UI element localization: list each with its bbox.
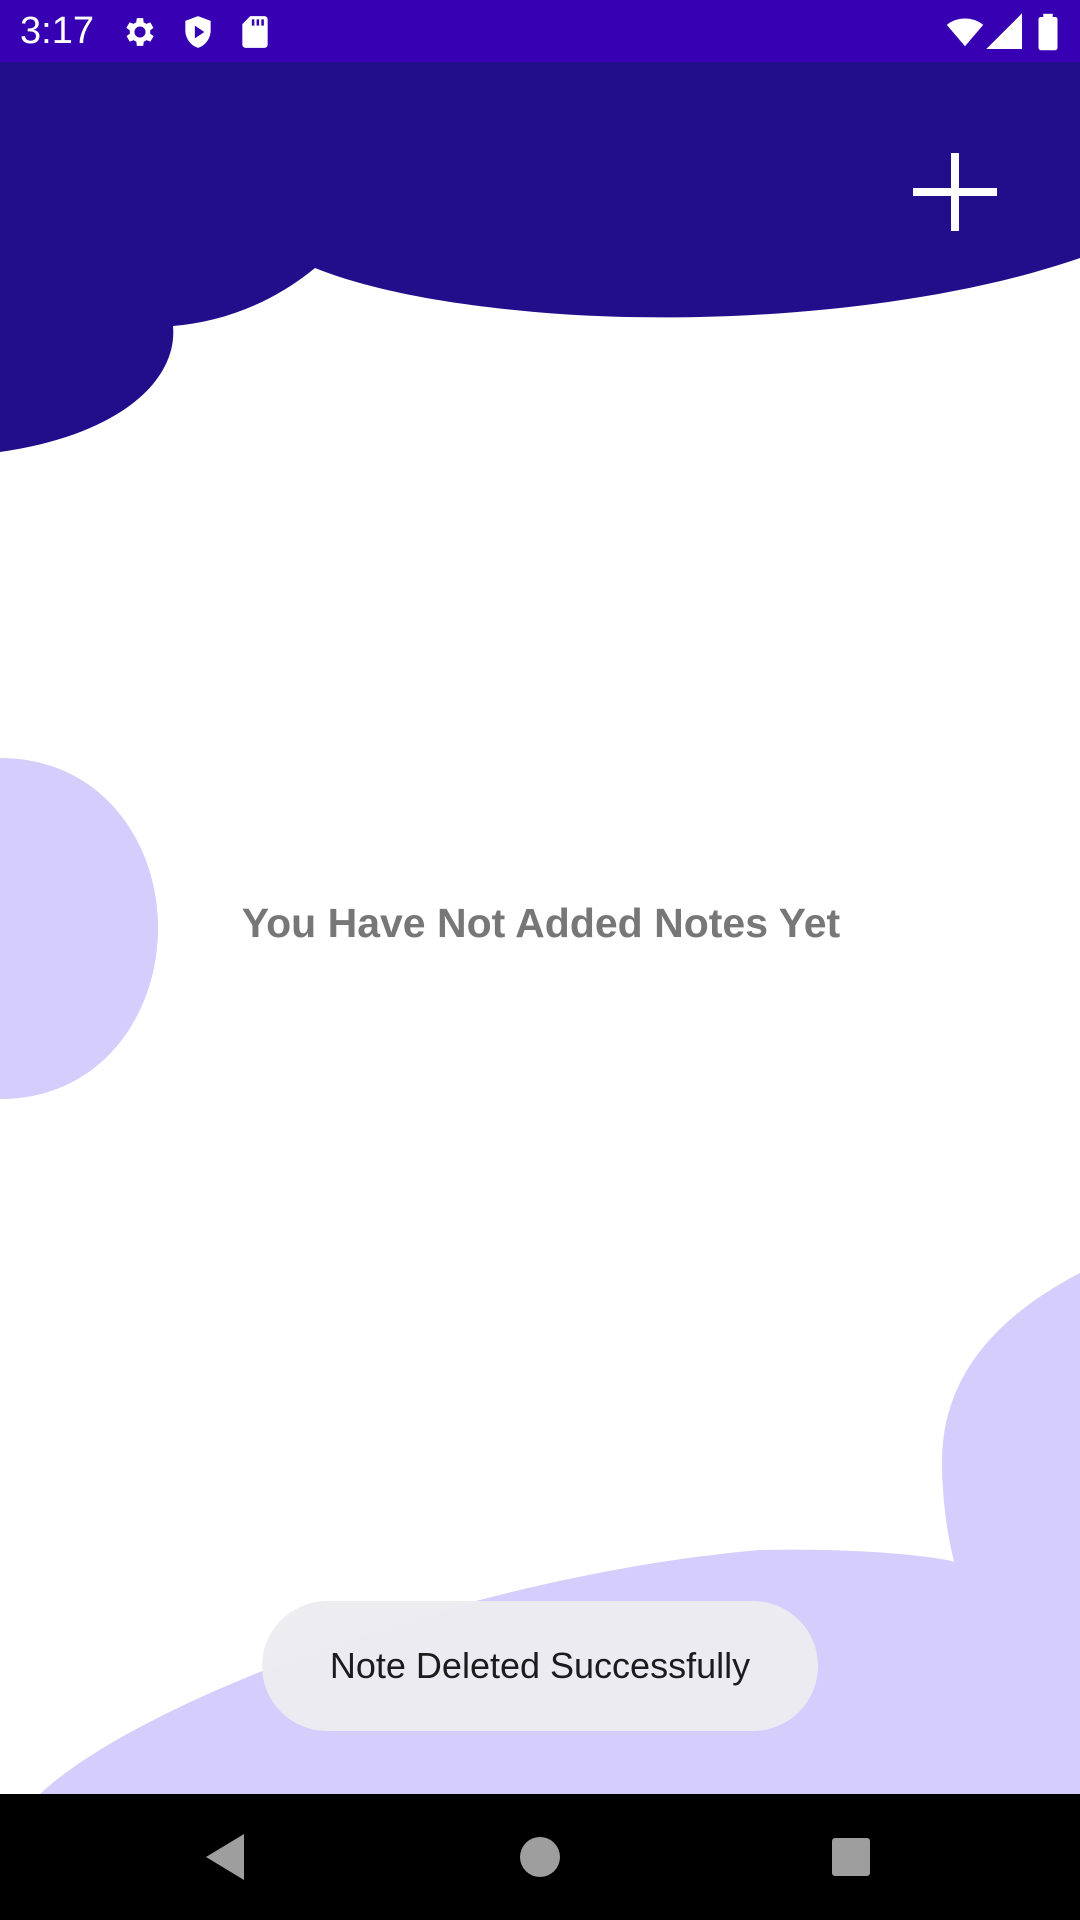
top-wave-shape (0, 62, 1080, 452)
sd-card-icon (236, 13, 274, 51)
cellular-signal-icon (986, 13, 1024, 51)
plus-icon (913, 153, 997, 231)
recents-icon (832, 1838, 870, 1876)
navigation-bar (0, 1794, 1080, 1920)
status-time: 3:17 (20, 10, 94, 52)
empty-notes-message-text: You Have Not Added Notes Yet (241, 900, 841, 946)
back-icon (206, 1834, 244, 1880)
notes-screen: 3:17 You Have Not Added Notes Yet Note D… (0, 0, 1080, 1920)
home-button[interactable] (505, 1822, 575, 1892)
toast-message: Note Deleted Successfully (329, 1645, 751, 1686)
home-icon (520, 1837, 560, 1877)
toast: Note Deleted Successfully (262, 1601, 818, 1731)
shield-play-icon (179, 13, 217, 51)
recents-button[interactable] (816, 1822, 886, 1892)
back-button[interactable] (192, 1822, 262, 1892)
settings-gear-icon (121, 13, 159, 51)
empty-notes-message: You Have Not Added Notes Yet (0, 900, 1080, 947)
battery-icon (1036, 13, 1060, 51)
bottom-right-blob-shape (942, 1273, 1080, 1580)
wifi-icon (944, 13, 986, 51)
status-bar: 3:17 (0, 0, 1080, 62)
add-note-button[interactable] (900, 140, 1010, 250)
